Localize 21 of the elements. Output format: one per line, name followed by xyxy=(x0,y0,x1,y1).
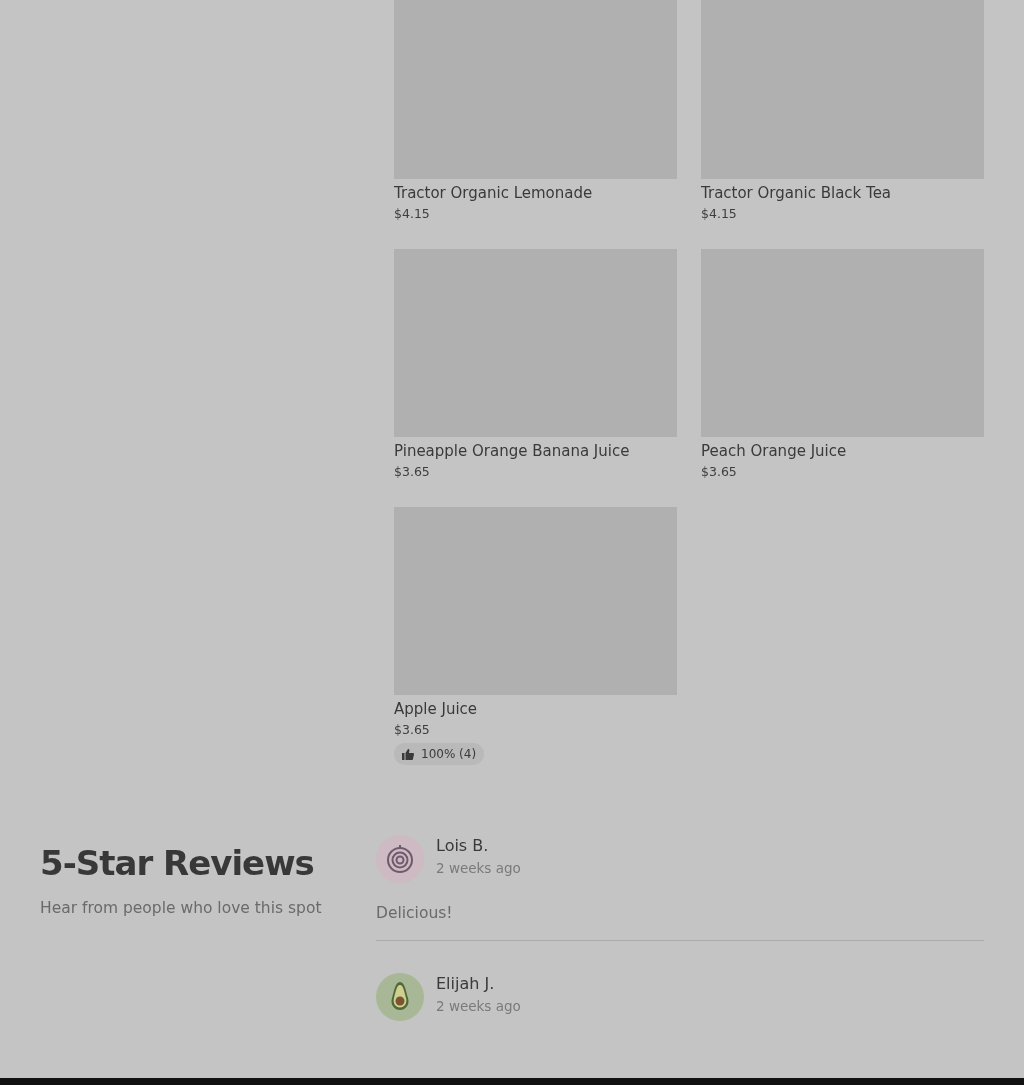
product-name[interactable]: Peach Orange Juice xyxy=(701,441,984,461)
section-title: 5-Star Reviews xyxy=(40,843,315,883)
product-name[interactable]: Tractor Organic Black Tea xyxy=(701,183,984,203)
rating-badge: 100% (4) xyxy=(394,743,485,765)
avocado-avatar-icon xyxy=(376,973,424,1021)
reviewer-name: Elijah J. xyxy=(436,974,496,993)
thumbs-up-icon xyxy=(402,748,414,760)
reviewer-name: Lois B. xyxy=(436,836,490,855)
review-text: Delicious! xyxy=(376,904,454,922)
review-time: 2 weeks ago xyxy=(436,998,521,1014)
product-name[interactable]: Tractor Organic Lemonade xyxy=(394,183,677,203)
review-time: 2 weeks ago xyxy=(436,860,521,876)
product-price: $3.65 xyxy=(394,464,431,479)
product-price: $3.65 xyxy=(394,722,431,737)
product-name[interactable]: Apple Juice xyxy=(394,699,677,719)
onion-avatar-icon xyxy=(376,835,424,883)
section-subtitle: Hear from people who love this spot xyxy=(40,899,323,917)
product-price: $4.15 xyxy=(701,206,738,221)
product-name[interactable]: Pineapple Orange Banana Juice xyxy=(394,441,677,461)
product-price: $4.15 xyxy=(394,206,431,221)
product-price: $3.65 xyxy=(701,464,738,479)
